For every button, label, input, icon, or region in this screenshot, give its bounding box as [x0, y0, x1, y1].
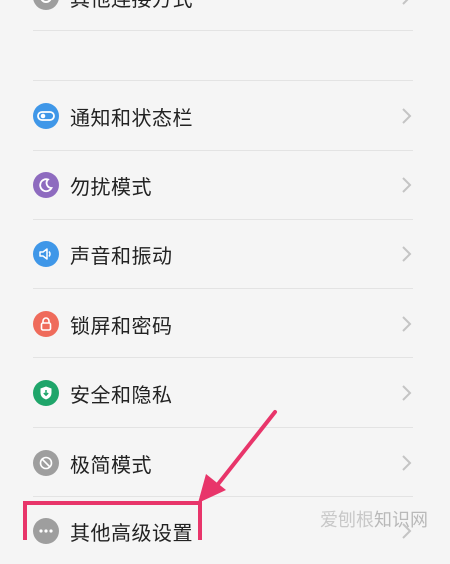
divider: [33, 30, 413, 31]
settings-item-security-privacy[interactable]: 安全和隐私: [0, 360, 440, 426]
settings-item-other-connections[interactable]: 其他连接方式: [0, 0, 440, 30]
shield-icon: [33, 380, 59, 406]
speaker-icon: [33, 241, 59, 267]
watermark-part2: 知识网: [374, 510, 428, 531]
chevron-right-icon: [402, 385, 412, 401]
divider: [33, 288, 413, 289]
moon-icon: [33, 172, 59, 198]
chevron-right-icon: [402, 0, 409, 5]
settings-item-do-not-disturb[interactable]: 勿扰模式: [0, 152, 440, 218]
minimal-mode-icon: [33, 450, 59, 476]
settings-item-sound-vibration[interactable]: 声音和振动: [0, 221, 440, 287]
settings-list: 其他连接方式 通知和状态栏 勿扰模式 声音和振动 锁屏和密码: [0, 0, 450, 545]
chevron-right-icon: [402, 246, 412, 262]
divider: [33, 150, 413, 151]
settings-item-label: 极简模式: [70, 452, 152, 477]
divider: [33, 427, 413, 428]
notification-toggle-icon: [33, 103, 59, 129]
link-icon: [33, 0, 59, 10]
settings-item-label: 通知和状态栏: [70, 105, 193, 130]
divider: [33, 80, 413, 81]
settings-item-minimal-mode[interactable]: 极简模式: [0, 430, 440, 496]
settings-item-label: 勿扰模式: [70, 174, 152, 199]
settings-item-lockscreen-password[interactable]: 锁屏和密码: [0, 291, 440, 357]
more-icon: [33, 518, 59, 544]
divider: [33, 357, 413, 358]
lock-icon: [33, 311, 59, 337]
watermark: 爱刨根知识网: [320, 506, 428, 532]
chevron-right-icon: [402, 316, 412, 332]
chevron-right-icon: [402, 108, 412, 124]
settings-item-label: 其他连接方式: [70, 0, 193, 12]
settings-item-label: 安全和隐私: [70, 382, 173, 407]
chevron-right-icon: [402, 455, 412, 471]
settings-item-label: 其他高级设置: [70, 520, 193, 545]
chevron-right-icon: [402, 177, 412, 193]
divider: [33, 496, 413, 497]
settings-item-notifications[interactable]: 通知和状态栏: [0, 83, 440, 149]
divider: [33, 219, 413, 220]
watermark-part1: 爱刨根: [320, 510, 374, 531]
settings-item-label: 声音和振动: [70, 243, 173, 268]
settings-item-label: 锁屏和密码: [70, 313, 173, 338]
